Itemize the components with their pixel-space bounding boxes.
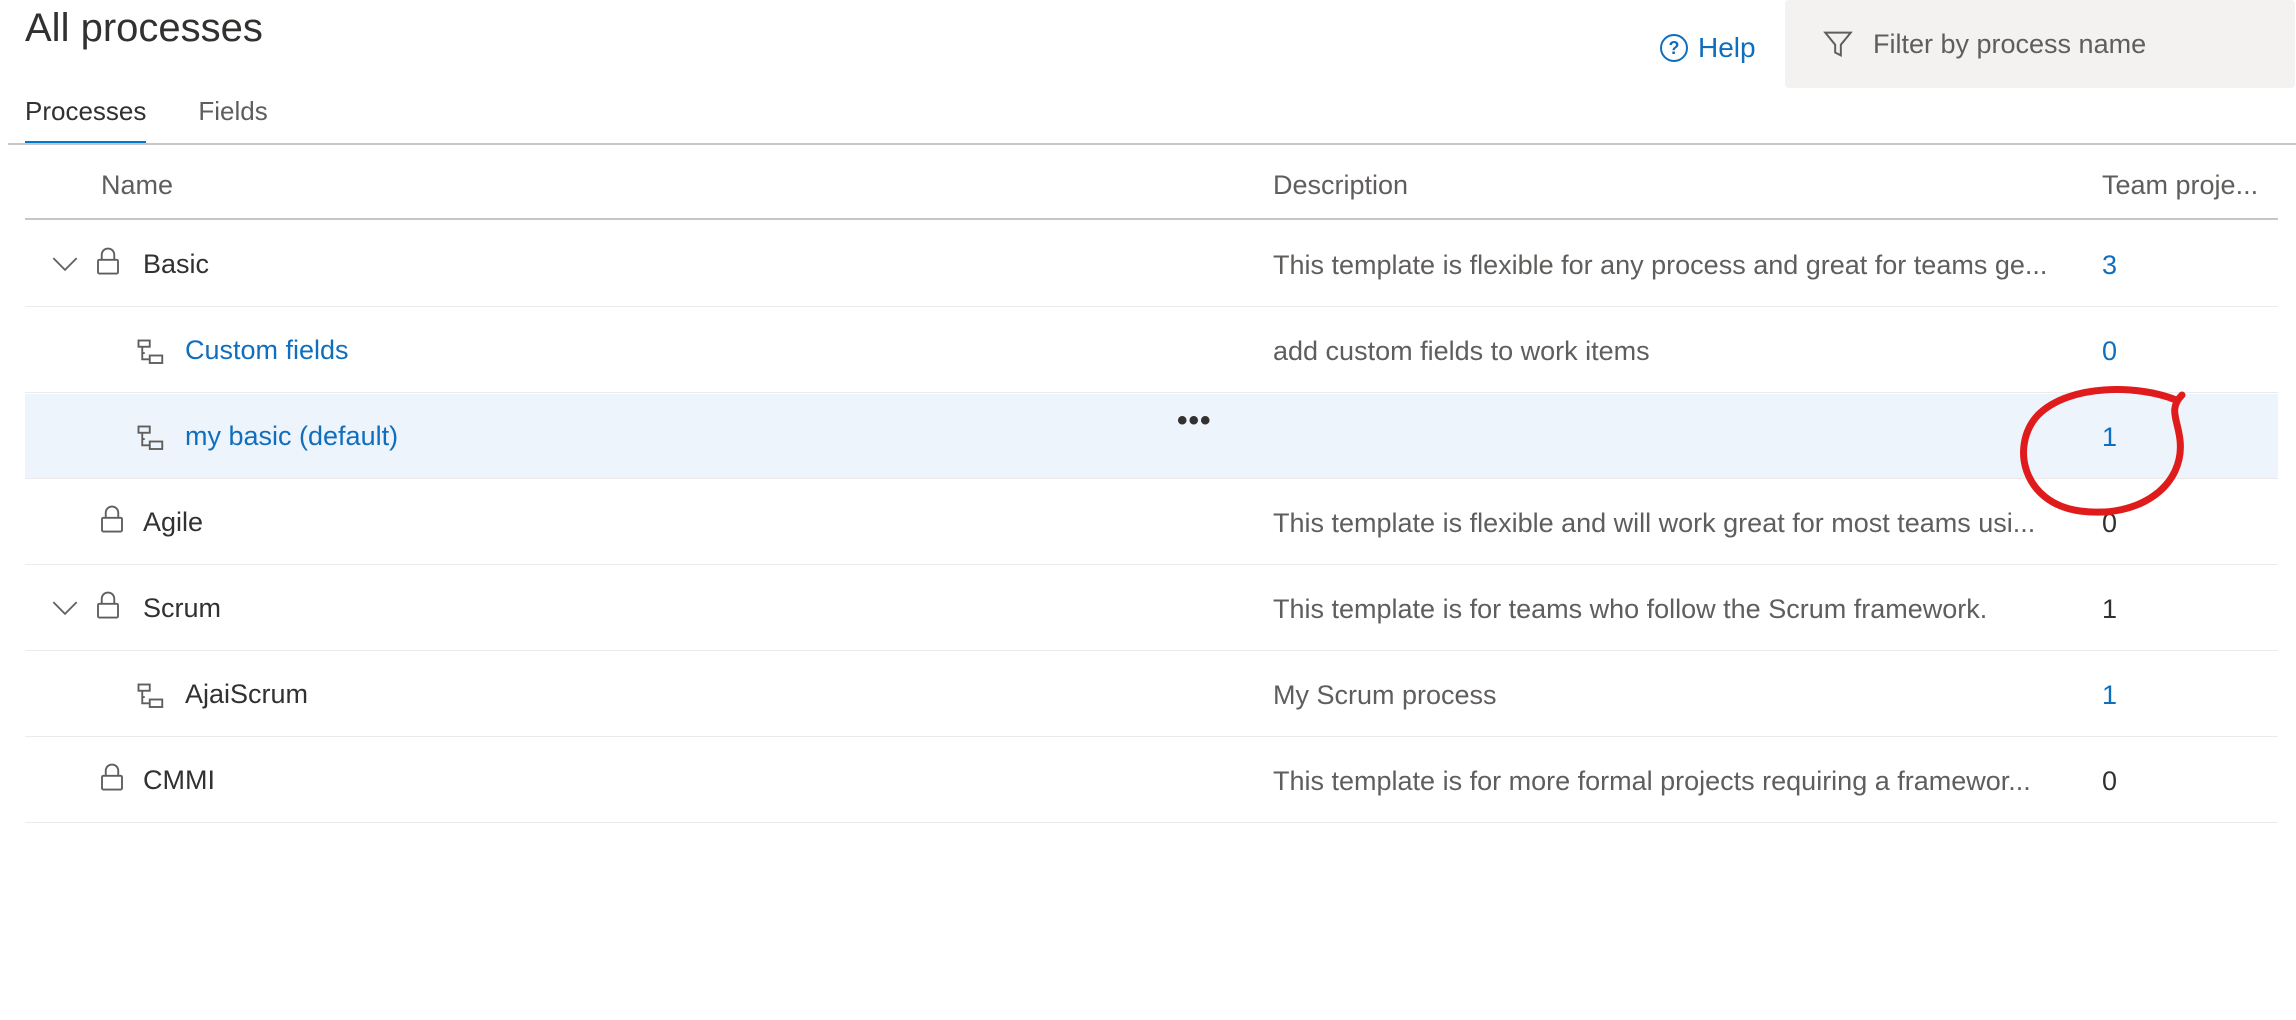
chevron-down-icon[interactable] [51,250,79,278]
help-link[interactable]: ? Help [1660,32,1756,64]
process-name[interactable]: AjaiScrum [185,679,308,710]
tab-bar: Processes Fields [25,96,268,145]
inherited-process-icon [137,339,164,364]
tab-processes[interactable]: Processes [25,96,147,145]
process-name[interactable]: Agile [143,507,203,538]
team-projects-count[interactable]: 3 [2102,250,2117,281]
grid-header: Name Description Team proje... [25,170,2278,220]
team-projects-count[interactable]: 0 [2102,336,2117,367]
table-row[interactable]: Agile This template is flexible and will… [25,480,2278,565]
table-row[interactable]: CMMI This template is for more formal pr… [25,738,2278,823]
lock-icon [97,591,119,619]
team-projects-count[interactable]: 1 [2102,680,2117,711]
lock-icon [97,247,119,275]
more-actions-button[interactable]: ••• [1177,404,1212,438]
process-description: This template is flexible and will work … [1273,508,2036,538]
help-icon: ? [1660,34,1688,62]
table-row[interactable]: Scrum This template is for teams who fol… [25,566,2278,651]
team-projects-count: 0 [2102,508,2118,538]
team-projects-count[interactable]: 1 [2102,422,2117,453]
process-description: This template is flexible for any proces… [1273,250,2048,280]
process-name[interactable]: CMMI [143,765,215,796]
inherited-process-icon [137,683,164,708]
inherited-process-icon [137,425,164,450]
process-description: add custom fields to work items [1273,336,1650,366]
team-projects-count: 0 [2102,766,2118,796]
tab-divider [8,143,2296,145]
lock-icon [101,505,123,533]
table-row[interactable]: Basic This template is flexible for any … [25,222,2278,307]
process-name[interactable]: my basic (default) [185,421,398,452]
column-header-team-projects[interactable]: Team proje... [2102,170,2258,201]
column-header-description[interactable]: Description [1273,170,1408,201]
process-description: This template is for teams who follow th… [1273,594,1988,624]
page-title: All processes [25,6,263,50]
chevron-down-icon[interactable] [51,594,79,622]
process-name[interactable]: Custom fields [185,335,349,366]
filter-icon [1823,31,1853,57]
process-name[interactable]: Scrum [143,593,221,624]
team-projects-count: 1 [2102,594,2118,624]
filter-input[interactable] [1871,27,2275,61]
column-header-name[interactable]: Name [101,170,173,201]
table-row[interactable]: AjaiScrum My Scrum process 1 [25,652,2278,737]
help-label: Help [1698,32,1756,63]
lock-icon [101,763,123,791]
table-row[interactable]: Custom fields add custom fields to work … [25,308,2278,393]
table-row-selected[interactable]: my basic (default) ••• 1 [25,394,2278,479]
filter-box[interactable] [1785,0,2295,88]
process-name[interactable]: Basic [143,249,209,280]
process-description: This template is for more formal project… [1273,766,2031,796]
process-description: My Scrum process [1273,680,1497,710]
tab-fields[interactable]: Fields [198,96,267,145]
